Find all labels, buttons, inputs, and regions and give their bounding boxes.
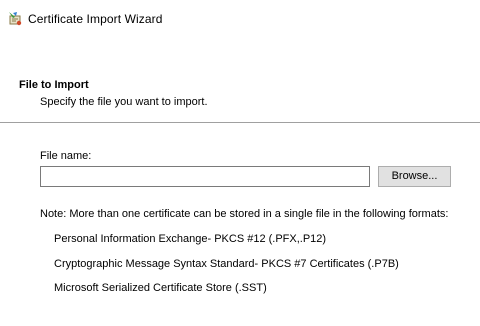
format-item: Microsoft Serialized Certificate Store (… <box>54 282 267 294</box>
browse-button[interactable]: Browse... <box>378 166 451 187</box>
page-subtitle: Specify the file you want to import. <box>40 96 208 108</box>
formats-note: Note: More than one certificate can be s… <box>40 208 449 220</box>
certificate-wizard-icon <box>7 11 23 27</box>
page-title: File to Import <box>19 79 89 91</box>
wizard-header: File to Import Specify the file you want… <box>0 74 480 122</box>
file-name-label: File name: <box>40 150 92 162</box>
file-name-input[interactable] <box>40 166 370 187</box>
format-item: Personal Information Exchange- PKCS #12 … <box>54 233 327 245</box>
window-title: Certificate Import Wizard <box>28 12 163 26</box>
format-item: Cryptographic Message Syntax Standard- P… <box>54 258 399 270</box>
header-divider <box>0 122 480 123</box>
title-bar: Certificate Import Wizard <box>0 0 480 40</box>
